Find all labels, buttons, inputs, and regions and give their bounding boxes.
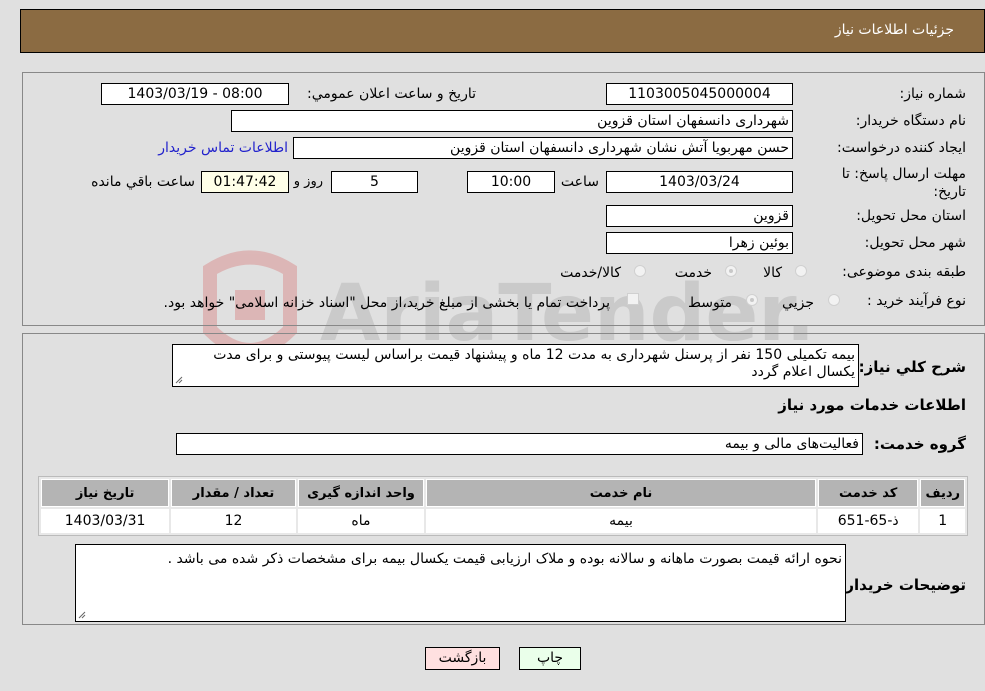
city-field: بوئين زهرا: [606, 232, 793, 254]
purchase-radio-minor[interactable]: [828, 294, 840, 306]
category-option-service: خدمت: [674, 265, 712, 281]
deadline-time-label: ساعت: [560, 174, 599, 190]
category-radio-service[interactable]: [725, 265, 737, 277]
buyer-org-field: شهرداری دانسفهان استان قزوين: [231, 110, 793, 132]
col-service-name: نام خدمت: [426, 479, 816, 507]
deadline-date-field: 1403/03/24: [606, 171, 793, 193]
page-title: جزئيات اطلاعات نياز: [834, 22, 954, 38]
province-label: استان محل تحويل:: [856, 208, 966, 224]
cell-service-name: بيمه: [426, 509, 816, 533]
buyer-org-label: نام دستگاه خريدار:: [855, 113, 966, 129]
table-header-row: رديف كد خدمت نام خدمت واحد اندازه گيری ت…: [41, 479, 965, 507]
services-section-title: اطلاعات خدمات مورد نياز: [778, 396, 966, 414]
announce-label: تاريخ و ساعت اعلان عمومي:: [307, 86, 476, 102]
purchase-option-minor: جزيي: [782, 295, 814, 311]
buyer-notes-text: نحوه ارائه قيمت بصورت ماهانه و سالانه بو…: [167, 551, 842, 567]
buyer-notes-textarea[interactable]: نحوه ارائه قيمت بصورت ماهانه و سالانه بو…: [75, 544, 846, 622]
purchase-radio-medium[interactable]: [746, 294, 758, 306]
days-label: روز و: [293, 174, 323, 189]
cell-row-number: 1: [920, 509, 965, 533]
col-row-number: رديف: [920, 479, 965, 507]
col-unit: واحد اندازه گيری: [297, 479, 425, 507]
back-button[interactable]: بازگشت: [425, 647, 500, 670]
requester-label: ايجاد كننده درخواست:: [837, 140, 966, 156]
category-option-goods: كالا: [763, 265, 782, 281]
treasury-checkbox[interactable]: [627, 293, 639, 305]
buyer-notes-label: توضيحات خريدار:: [839, 576, 966, 594]
deadline-label: مهلت ارسال پاسخ: تا تاريخ:: [841, 166, 966, 200]
cell-need-date: 1403/03/31: [41, 509, 170, 533]
service-group-label: گروه خدمت:: [873, 435, 966, 453]
announce-field: 1403/03/19 - 08:00: [101, 83, 289, 105]
print-button[interactable]: چاپ: [519, 647, 581, 670]
resize-grip-icon[interactable]: [175, 376, 183, 384]
purchase-type-label: نوع فرآيند خريد :: [867, 293, 966, 309]
need-number-field: 1103005045000004: [606, 83, 793, 105]
requester-field: حسن مهربويا آتش نشان شهرداری دانسفهان اس…: [293, 137, 793, 159]
page-header: جزئيات اطلاعات نياز: [20, 9, 985, 53]
service-group-field: فعاليت‌های مالی و بيمه: [176, 433, 863, 455]
description-label: شرح كلي نياز:: [858, 358, 966, 376]
city-label: شهر محل تحويل:: [864, 235, 966, 251]
deadline-time-field: 10:00: [467, 171, 555, 193]
remaining-time-label: ساعت باقي مانده: [91, 174, 195, 190]
services-table: رديف كد خدمت نام خدمت واحد اندازه گيری ت…: [38, 476, 968, 536]
category-radio-goods-service[interactable]: [634, 265, 646, 277]
col-quantity: تعداد / مقدار: [171, 479, 296, 507]
cell-service-code: ذ-65-651: [817, 509, 919, 533]
resize-grip-icon[interactable]: [78, 611, 86, 619]
description-textarea[interactable]: بيمه تكميلی 150 نفر از پرسنل شهرداری به …: [172, 344, 859, 387]
need-number-label: شماره نياز:: [899, 86, 967, 102]
col-service-code: كد خدمت: [817, 479, 919, 507]
treasury-note: پرداخت تمام يا بخشی از مبلغ خريد،از محل …: [163, 295, 610, 311]
remaining-time-field: 01:47:42: [201, 171, 289, 193]
province-field: قزوين: [606, 205, 793, 227]
category-radio-goods[interactable]: [795, 265, 807, 277]
days-field: 5: [331, 171, 418, 193]
cell-unit: ماه: [297, 509, 425, 533]
buyer-contact-link[interactable]: اطلاعات تماس خريدار: [158, 140, 288, 156]
table-row: 1 ذ-65-651 بيمه ماه 12 1403/03/31: [41, 509, 965, 533]
col-need-date: تاريخ نياز: [41, 479, 170, 507]
category-label: طبقه بندی موضوعی:: [842, 264, 966, 280]
description-text: بيمه تكميلی 150 نفر از پرسنل شهرداری به …: [213, 347, 855, 380]
category-option-goods-service: كالا/خدمت: [560, 265, 621, 281]
purchase-option-medium: متوسط: [688, 295, 732, 311]
cell-quantity: 12: [171, 509, 296, 533]
